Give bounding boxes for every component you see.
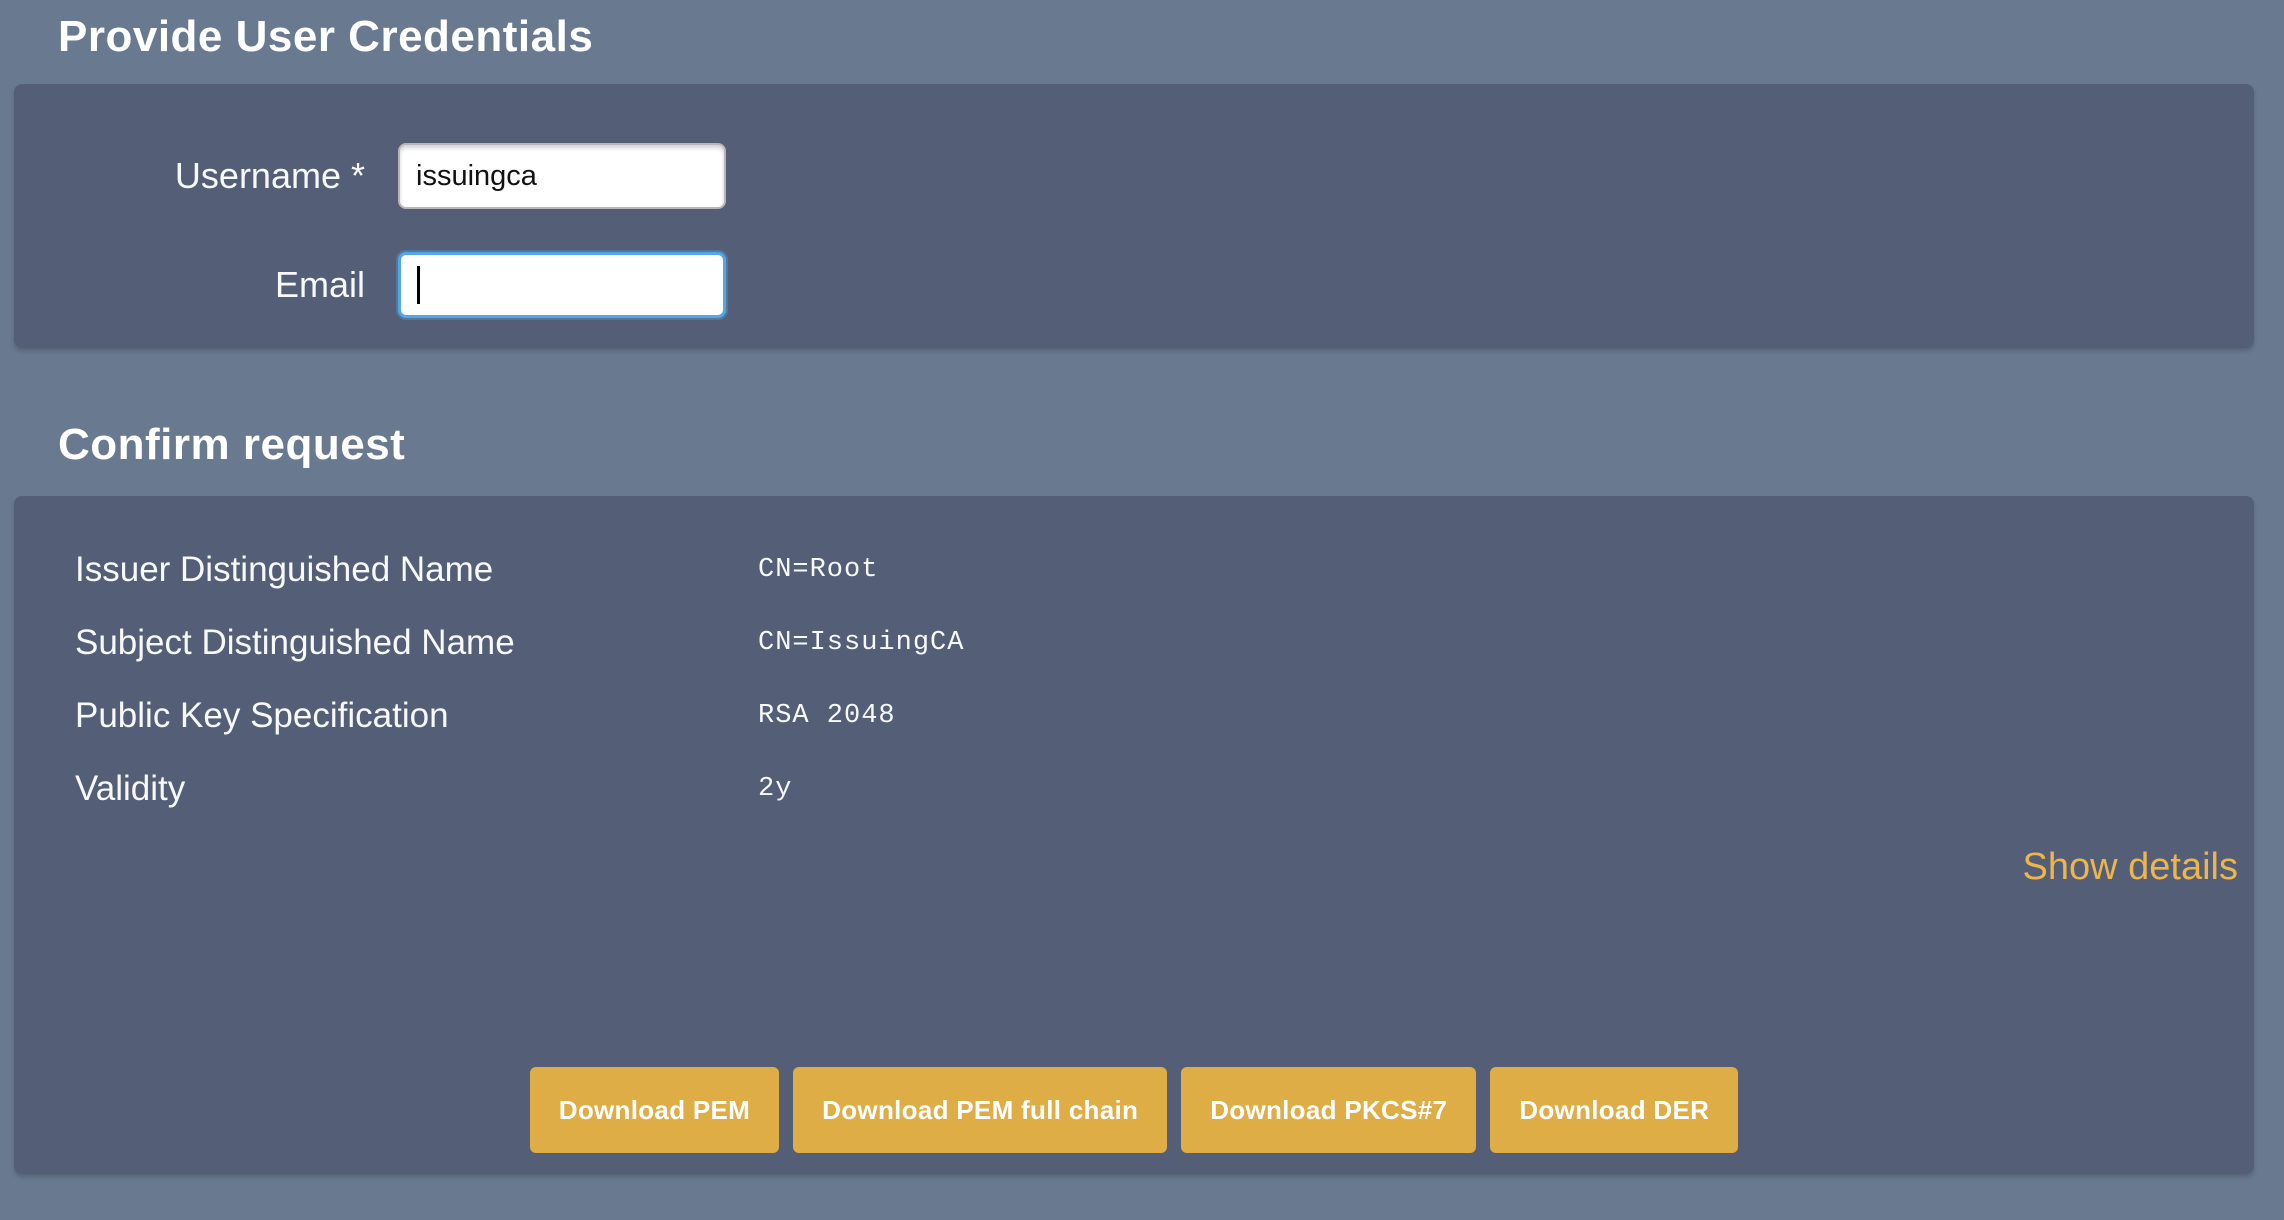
- validity-value: 2y: [758, 774, 792, 804]
- show-details-row: Show details: [14, 842, 2254, 889]
- email-input[interactable]: [398, 252, 726, 318]
- detail-row-validity: Validity 2y: [75, 769, 2238, 809]
- download-pkcs7-button[interactable]: Download PKCS#7: [1181, 1067, 1476, 1153]
- detail-row-subject-dn: Subject Distinguished Name CN=IssuingCA: [75, 623, 2238, 663]
- username-label: Username *: [14, 155, 365, 197]
- confirm-section-title: Confirm request: [58, 420, 2284, 470]
- issuer-dn-label: Issuer Distinguished Name: [75, 550, 758, 590]
- email-row: Email: [14, 252, 2254, 318]
- issuer-dn-value: CN=Root: [758, 555, 878, 585]
- username-input-wrap: [398, 143, 726, 209]
- text-caret: [417, 266, 420, 304]
- show-details-link[interactable]: Show details: [2023, 846, 2238, 888]
- subject-dn-value: CN=IssuingCA: [758, 628, 964, 658]
- username-input[interactable]: [398, 143, 726, 209]
- public-key-spec-label: Public Key Specification: [75, 696, 758, 736]
- detail-row-issuer-dn: Issuer Distinguished Name CN=Root: [75, 550, 2238, 590]
- validity-label: Validity: [75, 769, 758, 809]
- detail-row-public-key-spec: Public Key Specification RSA 2048: [75, 696, 2238, 736]
- download-button-row: Download PEM Download PEM full chain Dow…: [14, 1067, 2254, 1174]
- download-pem-button[interactable]: Download PEM: [530, 1067, 779, 1153]
- credentials-section-title: Provide User Credentials: [58, 0, 2284, 62]
- download-der-button[interactable]: Download DER: [1490, 1067, 1738, 1153]
- public-key-spec-value: RSA 2048: [758, 701, 896, 731]
- email-input-wrap: [398, 252, 726, 318]
- subject-dn-label: Subject Distinguished Name: [75, 623, 758, 663]
- download-pem-full-chain-button[interactable]: Download PEM full chain: [793, 1067, 1167, 1153]
- confirm-panel: Issuer Distinguished Name CN=Root Subjec…: [14, 496, 2254, 1174]
- detail-rows: Issuer Distinguished Name CN=Root Subjec…: [14, 496, 2254, 842]
- username-row: Username *: [14, 143, 2254, 209]
- credentials-panel: Username * Email: [14, 84, 2254, 348]
- email-label: Email: [14, 264, 365, 306]
